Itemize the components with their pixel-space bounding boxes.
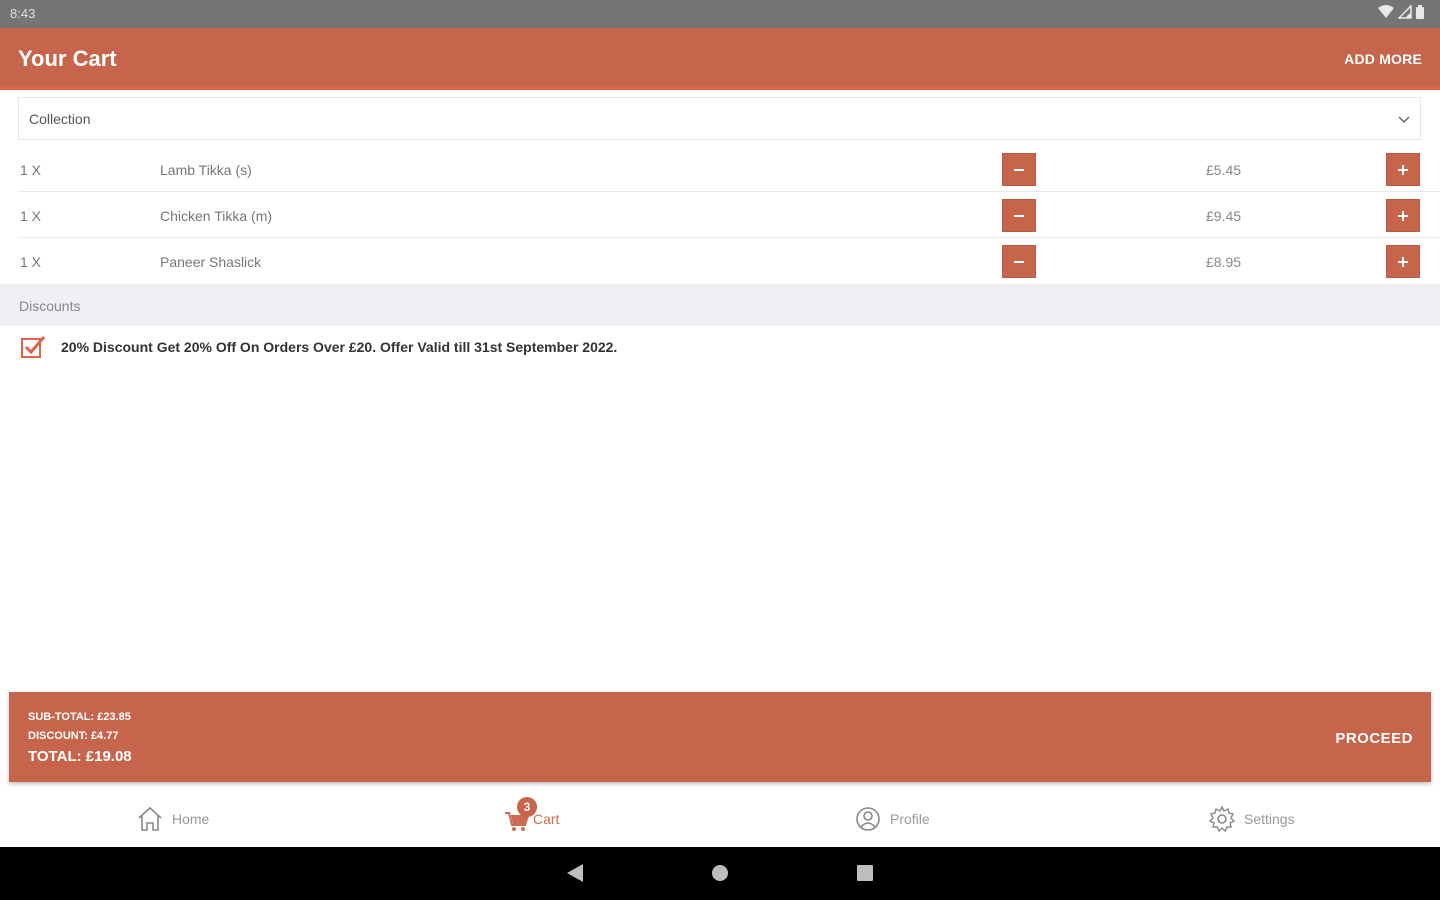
- recents-icon[interactable]: [856, 863, 874, 883]
- app-bar: Your Cart ADD MORE: [0, 28, 1440, 90]
- cart-item-price: £9.45: [1206, 208, 1242, 224]
- system-nav-bar: [0, 847, 1440, 900]
- battery-icon: [1416, 5, 1424, 19]
- settings-icon: [1208, 805, 1236, 833]
- cart-item-name: Lamb Tikka (s): [160, 162, 252, 178]
- increase-qty-button[interactable]: [1386, 245, 1420, 278]
- proceed-button[interactable]: PROCEED: [1335, 730, 1413, 747]
- discounts-header-label: Discounts: [19, 298, 81, 314]
- cart-item-qty: 1 X: [20, 254, 42, 270]
- decrease-qty-button[interactable]: [1002, 199, 1036, 232]
- order-summary: SUB-TOTAL: £23.85 DISCOUNT: £4.77 TOTAL:…: [9, 692, 1431, 782]
- decrease-qty-button[interactable]: [1002, 245, 1036, 278]
- minus-icon: [1014, 260, 1024, 263]
- cart-item-name: Chicken Tikka (m): [160, 208, 273, 224]
- cart-item-price: £5.45: [1206, 162, 1242, 178]
- cart-row: 1 X Paneer Shaslick £8.95: [18, 238, 1440, 284]
- increase-qty-button[interactable]: [1386, 153, 1420, 186]
- page-title: Your Cart: [18, 46, 117, 71]
- cart-item-qty: 1 X: [20, 208, 42, 224]
- discounts-section-header: Discounts: [0, 284, 1440, 326]
- nav-cart[interactable]: 3 Cart: [503, 797, 560, 833]
- discount-amount-text: DISCOUNT: £4.77: [28, 730, 119, 742]
- cart-list: 1 X Lamb Tikka (s) £5.45 1 X Chicken Tik…: [18, 146, 1440, 284]
- status-icons: [1378, 5, 1424, 19]
- chevron-down-icon: [1398, 116, 1410, 124]
- nav-cart-label: Cart: [533, 811, 560, 827]
- cart-item-name: Paneer Shaslick: [160, 254, 262, 270]
- discount-option[interactable]: 20% Discount Get 20% Off On Orders Over …: [20, 333, 617, 361]
- nav-profile-label: Profile: [890, 811, 930, 827]
- cart-item-price: £8.95: [1206, 254, 1242, 270]
- minus-icon: [1014, 214, 1024, 217]
- increase-qty-button[interactable]: [1386, 199, 1420, 232]
- decrease-qty-button[interactable]: [1002, 153, 1036, 186]
- cart-icon-wrap: 3: [503, 797, 537, 833]
- add-more-button[interactable]: ADD MORE: [1344, 51, 1422, 67]
- checkbox-checked-icon: [21, 336, 46, 358]
- nav-profile[interactable]: Profile: [854, 805, 930, 833]
- cart-count-badge: 3: [517, 797, 537, 817]
- plus-icon: [1398, 210, 1408, 221]
- home-circle-icon[interactable]: [711, 863, 729, 883]
- total-text: TOTAL: £19.08: [28, 748, 132, 765]
- plus-icon: [1398, 256, 1408, 267]
- wifi-icon: [1378, 5, 1394, 18]
- nav-settings[interactable]: Settings: [1208, 805, 1295, 833]
- bottom-nav: Home 3 Cart Profile Settings: [0, 795, 1440, 847]
- cart-row: 1 X Lamb Tikka (s) £5.45: [18, 146, 1440, 192]
- subtotal-text: SUB-TOTAL: £23.85: [28, 711, 131, 723]
- nav-home[interactable]: Home: [136, 805, 209, 833]
- plus-icon: [1398, 164, 1408, 175]
- home-icon: [138, 806, 162, 831]
- cart-item-qty: 1 X: [20, 162, 42, 178]
- profile-icon: [856, 807, 880, 831]
- minus-icon: [1014, 168, 1024, 171]
- back-icon[interactable]: [566, 863, 584, 883]
- cart-row: 1 X Chicken Tikka (m) £9.45: [18, 192, 1440, 238]
- discount-description: 20% Discount Get 20% Off On Orders Over …: [61, 339, 618, 355]
- discount-checkbox[interactable]: [20, 335, 46, 359]
- order-type-value: Collection: [29, 111, 91, 127]
- order-type-select[interactable]: Collection: [18, 97, 1421, 140]
- status-bar: 8:43: [0, 0, 1440, 28]
- status-time: 8:43: [10, 6, 36, 21]
- nav-home-label: Home: [172, 811, 210, 827]
- nav-settings-label: Settings: [1244, 811, 1295, 827]
- signal-icon: [1398, 5, 1412, 19]
